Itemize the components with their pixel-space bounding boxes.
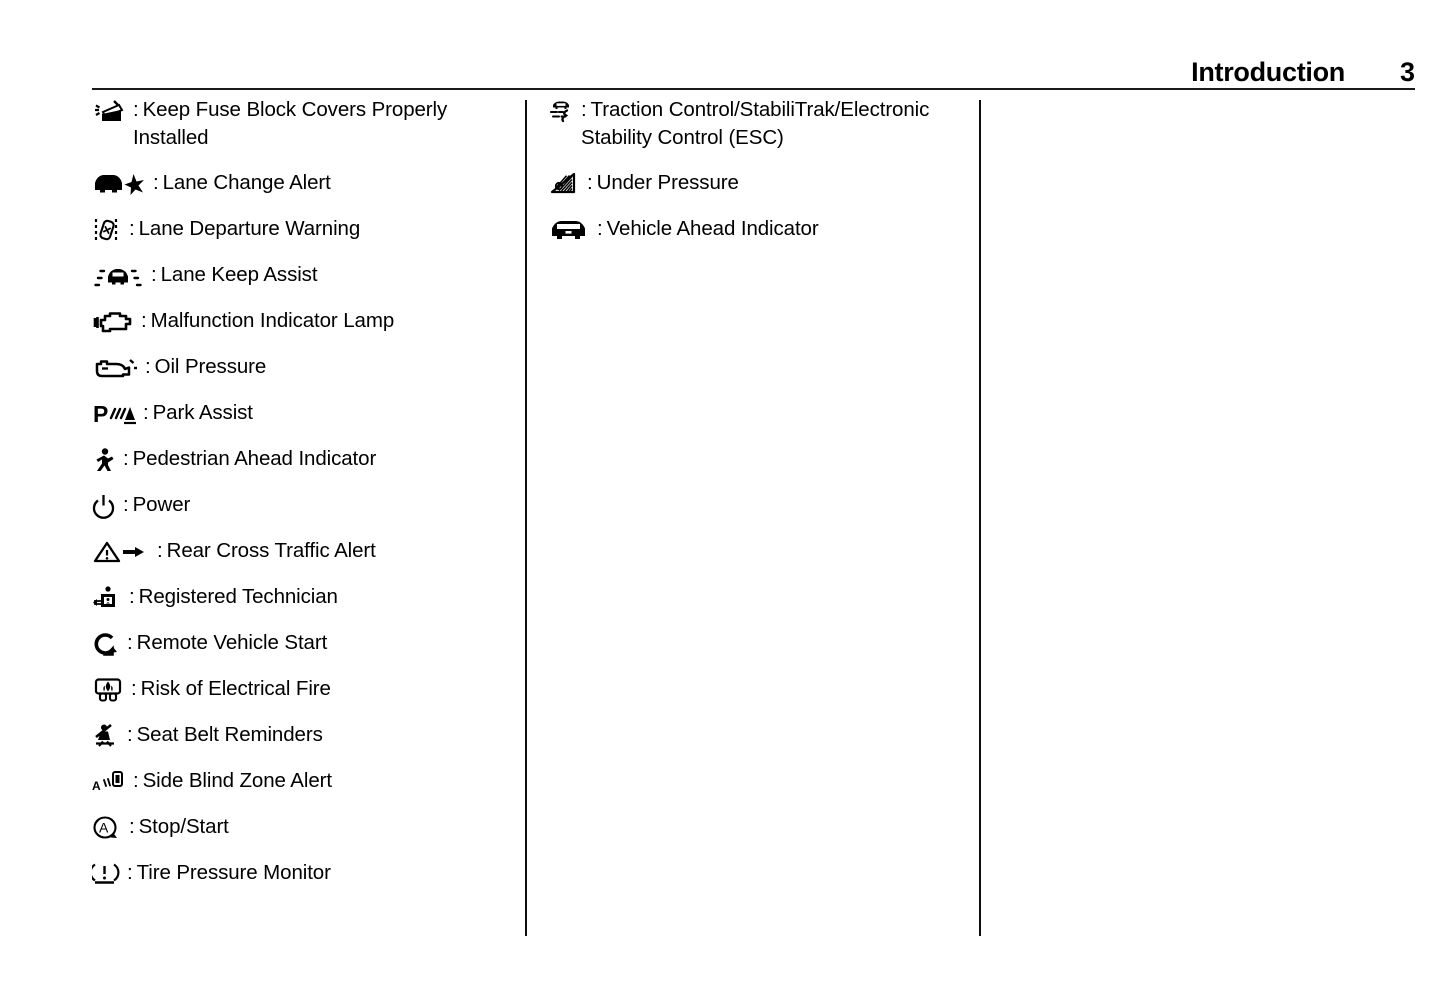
list-item-label: : Risk of Electrical Fire [131, 677, 331, 700]
vehicle-ahead-indicator-icon [548, 216, 590, 244]
keep-fuse-block-covers-icon [92, 97, 126, 125]
page-title: Introduction [1191, 57, 1345, 87]
column-divider-1 [525, 100, 527, 936]
list-item: : Keep Fuse Block Covers Properly Install… [92, 96, 502, 152]
list-item: : Under Pressure [548, 169, 966, 198]
list-item: : Lane Keep Assist [92, 261, 502, 290]
header-divider-rule [92, 88, 1415, 90]
list-item-label: : Keep Fuse Block Covers Properly Install… [133, 98, 448, 149]
oil-pressure-icon [92, 354, 138, 382]
list-item-label: : Traction Control/StabiliTrak/Electronic… [581, 98, 930, 149]
rear-cross-traffic-alert-icon [92, 538, 150, 566]
list-item-label: : Lane Keep Assist [151, 263, 318, 286]
list-item-label: : Malfunction Indicator Lamp [141, 309, 395, 332]
malfunction-indicator-lamp-icon [92, 308, 134, 336]
stop-start-icon: A [92, 814, 122, 842]
risk-of-electrical-fire-icon [92, 676, 124, 704]
symbol-column-2: : Traction Control/StabiliTrak/Electronic… [548, 96, 966, 936]
list-item-label: : Lane Change Alert [153, 171, 331, 194]
page-header: Introduction 3 [92, 48, 1415, 86]
symbol-list-1: : Keep Fuse Block Covers Properly Install… [92, 96, 502, 888]
symbol-column-3 [1004, 96, 1415, 936]
list-item: : Lane Departure Warning [92, 215, 502, 244]
tire-pressure-monitor-icon [92, 860, 120, 888]
list-item-label: : Under Pressure [587, 171, 739, 194]
registered-technician-icon [92, 584, 122, 612]
lane-keep-assist-icon [92, 262, 144, 290]
list-item: : Pedestrian Ahead Indicator [92, 445, 502, 474]
list-item: : Oil Pressure [92, 353, 502, 382]
park-assist-icon: P [92, 400, 136, 428]
list-item: : Malfunction Indicator Lamp [92, 307, 502, 336]
list-item-label: : Tire Pressure Monitor [127, 861, 331, 884]
seat-belt-reminders-icon [92, 722, 120, 750]
list-item-label: : Seat Belt Reminders [127, 723, 323, 746]
power-icon [92, 492, 116, 520]
list-item: A : Side Blind Zone Alert [92, 767, 502, 796]
list-item: : Lane Change Alert [92, 169, 502, 198]
list-item: : Vehicle Ahead Indicator [548, 215, 966, 244]
lane-change-alert-icon [92, 170, 146, 198]
list-item-label: : Lane Departure Warning [129, 217, 361, 240]
list-item: : Registered Technician [92, 583, 502, 612]
svg-text:A: A [99, 820, 109, 836]
list-item-label: : Oil Pressure [145, 355, 267, 378]
list-item-label: : Park Assist [143, 401, 253, 424]
list-item-label: : Registered Technician [129, 585, 338, 608]
list-item: : Remote Vehicle Start [92, 629, 502, 658]
remote-vehicle-start-icon [92, 630, 120, 658]
symbol-columns: : Keep Fuse Block Covers Properly Install… [0, 96, 1445, 936]
list-item: : Risk of Electrical Fire [92, 675, 502, 704]
pedestrian-ahead-indicator-icon [92, 446, 116, 474]
list-item-label: : Remote Vehicle Start [127, 631, 328, 654]
list-item-label: : Side Blind Zone Alert [133, 769, 332, 792]
list-item: : Seat Belt Reminders [92, 721, 502, 750]
list-item: : Power [92, 491, 502, 520]
list-item: : Traction Control/StabiliTrak/Electronic… [548, 96, 966, 152]
page-number: 3 [1399, 57, 1415, 87]
svg-text:A: A [92, 779, 101, 793]
list-item-label: : Power [123, 493, 191, 516]
svg-text:P: P [93, 401, 108, 427]
symbol-column-1: : Keep Fuse Block Covers Properly Install… [92, 96, 502, 936]
list-item: P : Park Assist [92, 399, 502, 428]
symbol-list-2: : Traction Control/StabiliTrak/Electronic… [548, 96, 966, 244]
list-item-label: : Pedestrian Ahead Indicator [123, 447, 377, 470]
list-item: A : Stop/Start [92, 813, 502, 842]
under-pressure-icon [548, 170, 580, 198]
list-item-label: : Stop/Start [129, 815, 229, 838]
traction-control-icon [548, 97, 574, 125]
list-item-label: : Vehicle Ahead Indicator [597, 217, 819, 240]
list-item-label: : Rear Cross Traffic Alert [157, 539, 376, 562]
side-blind-zone-alert-icon: A [92, 768, 126, 796]
list-item: : Rear Cross Traffic Alert [92, 537, 502, 566]
list-item: : Tire Pressure Monitor [92, 859, 502, 888]
column-divider-2 [979, 100, 981, 936]
lane-departure-warning-icon [92, 216, 122, 244]
